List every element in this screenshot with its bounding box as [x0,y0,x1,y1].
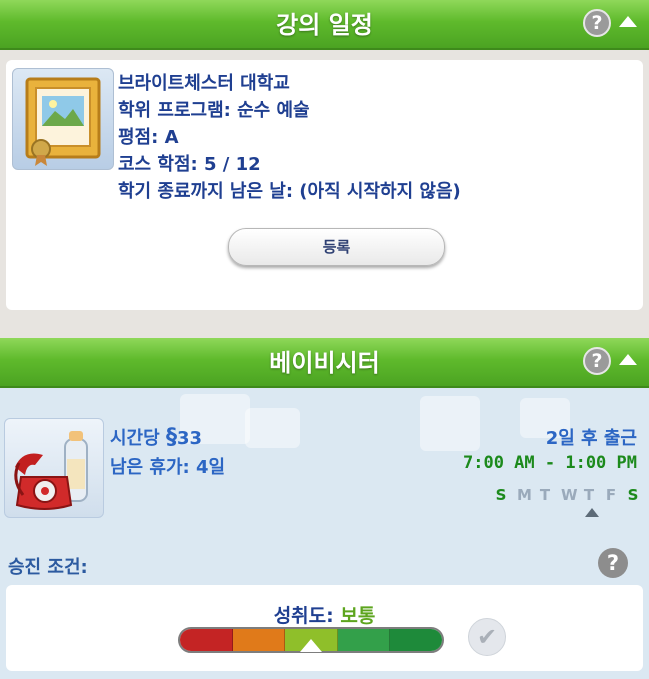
day-sunday: S [495,486,507,504]
day-tuesday: T [539,486,551,504]
performance-marker-icon [300,639,322,652]
diploma-icon [12,68,114,170]
meter-segment [180,629,233,651]
hourly-pay-prefix: 시간당 [110,428,166,449]
day-wednesday: W [561,486,578,504]
collapse-arrow-icon[interactable] [619,16,637,27]
next-work-day: 2일 후 출근 [545,428,637,449]
meter-segment [337,629,391,651]
help-icon[interactable]: ? [598,548,628,578]
hourly-pay: 시간당 §33 [110,424,202,450]
performance-label: 성취도: 보통 [6,601,643,628]
day-friday: F [605,486,617,504]
degree-program: 학위 프로그램: 순수 예술 [118,100,310,121]
promotion-requirements-label: 승진 조건: [8,557,88,578]
briefcase-decoration [245,408,300,448]
checkmark-icon: ✔ [468,618,506,656]
course-info-panel: 브라이트체스터 대학교 학위 프로그램: 순수 예술 평점: A 코스 학점: … [6,60,643,310]
day-monday: M [517,486,532,504]
university-name: 브라이트체스터 대학교 [118,73,290,94]
briefcase-decoration [420,396,480,451]
phone-icon [4,418,104,518]
meter-segment [232,629,286,651]
day-thursday: T [583,486,595,504]
collapse-arrow-icon[interactable] [619,354,637,365]
course-schedule-title: 강의 일정 [276,11,373,39]
day-saturday: S [627,486,639,504]
days-remaining: 학기 종료까지 남은 날: (아직 시작하지 않음) [118,181,461,202]
course-details: 브라이트체스터 대학교 학위 프로그램: 순수 예술 평점: A 코스 학점: … [118,70,461,205]
performance-label-text: 성취도: [273,605,341,627]
work-hours: 7:00 AM - 1:00 PM [463,453,637,473]
today-marker-icon [585,508,599,517]
grade: 평점: A [118,127,179,148]
help-icon[interactable]: ? [583,9,611,37]
course-credits: 코스 학점: 5 / 12 [118,154,261,175]
work-days: S M T W T F S [495,486,639,504]
enroll-button[interactable]: 등록 [228,228,445,266]
performance-value: 보통 [340,605,376,627]
simoleon-icon: § [165,425,177,450]
job-header: 베이비시터 ? [0,338,649,388]
meter-segment [390,629,442,651]
hourly-pay-amount: 33 [176,428,203,449]
vacation-days: 남은 휴가: 4일 [110,457,226,478]
course-schedule-header: 강의 일정 ? [0,0,649,50]
help-icon[interactable]: ? [583,347,611,375]
performance-panel: 성취도: 보통 ✔ [6,585,643,671]
job-title: 베이비시터 [269,349,380,377]
